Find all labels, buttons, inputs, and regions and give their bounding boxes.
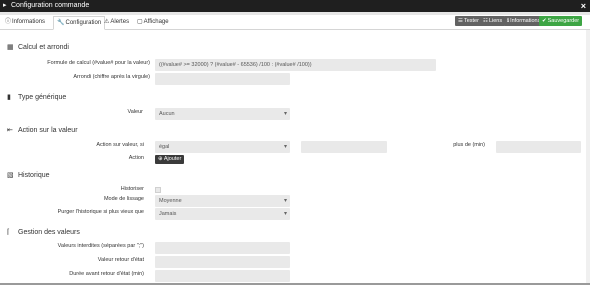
section-title: Gestion des valeurs bbox=[18, 229, 80, 236]
tab-alertes[interactable]: ⚠Alertes bbox=[101, 16, 132, 30]
historiser-checkbox[interactable] bbox=[155, 187, 161, 193]
historiser-label: Historiser bbox=[120, 186, 144, 192]
type-icon: ▮ bbox=[7, 94, 11, 101]
liens-label: Liens bbox=[488, 18, 503, 24]
display-icon: ▢ bbox=[137, 19, 143, 25]
tab-label: Affichage bbox=[143, 19, 169, 25]
section-calcul: ▦ Calcul et arrondi bbox=[7, 43, 69, 51]
tab-label: Configuration bbox=[65, 20, 102, 26]
section-gestion: ⌈ Gestion des valeurs bbox=[7, 228, 80, 236]
thermometer-icon: ⌈ bbox=[7, 229, 10, 236]
check-icon: ✔ bbox=[542, 18, 547, 24]
valeur-select[interactable]: Aucun bbox=[155, 108, 290, 120]
calculator-icon: ▦ bbox=[7, 44, 14, 51]
plus-icon: ⊕ bbox=[158, 156, 163, 162]
window-title: Configuration commande bbox=[11, 2, 90, 9]
tab-label: Alertes bbox=[110, 19, 130, 25]
informations-label: Informations bbox=[510, 18, 541, 24]
link-icon: ☷ bbox=[483, 18, 488, 24]
informations-button[interactable]: ℹInformations bbox=[504, 16, 544, 26]
interdites-input[interactable] bbox=[155, 242, 290, 254]
tester-label: Tester bbox=[463, 18, 479, 24]
section-type: ▮ Type générique bbox=[7, 93, 66, 101]
signin-icon: ⇤ bbox=[7, 127, 13, 134]
save-button[interactable]: ✔Sauvegarder bbox=[539, 16, 583, 26]
scrollbar[interactable] bbox=[586, 30, 590, 285]
section-title: Action sur la valeur bbox=[18, 127, 78, 134]
section-title: Type générique bbox=[18, 94, 67, 101]
tab-label: Informations bbox=[12, 19, 46, 25]
round-input[interactable] bbox=[155, 73, 290, 85]
duree-label: Durée avant retour d'état (min) bbox=[69, 271, 144, 277]
section-title: Calcul et arrondi bbox=[18, 44, 69, 51]
formula-label: Formule de calcul (#value# pour la valeu… bbox=[47, 60, 150, 66]
section-title: Historique bbox=[18, 172, 50, 179]
purge-label: Purger l'historique si plus vieux que bbox=[57, 209, 144, 215]
duree-input[interactable] bbox=[155, 270, 290, 282]
lissage-select[interactable]: Moyenne bbox=[155, 195, 290, 207]
duration-label: plus de (min) bbox=[453, 142, 485, 148]
tab-configuration[interactable]: 🔧Configuration bbox=[53, 16, 106, 30]
close-icon[interactable]: × bbox=[581, 0, 586, 12]
action-label: Action bbox=[128, 155, 144, 161]
warning-icon: ⚠ bbox=[104, 19, 110, 25]
save-label: Sauvegarder bbox=[547, 18, 580, 24]
liens-button[interactable]: ☷Liens bbox=[480, 16, 506, 26]
chart-icon: ▧ bbox=[7, 172, 14, 179]
valeur-label: Valeur bbox=[127, 109, 144, 115]
section-historique: ▧ Historique bbox=[7, 171, 50, 179]
purge-select[interactable]: Jamais bbox=[155, 208, 290, 220]
info-icon: ⓘ bbox=[5, 19, 12, 25]
wrench-icon: 🔧 bbox=[57, 20, 65, 26]
retour-label: Valeur retour d'état bbox=[97, 257, 144, 263]
retour-input[interactable] bbox=[155, 256, 290, 268]
add-label: Ajouter bbox=[163, 156, 182, 162]
tab-informations[interactable]: ⓘInformations bbox=[2, 16, 48, 30]
window-titlebar: ▸ Configuration commande × bbox=[0, 0, 590, 12]
add-action-button[interactable]: ⊕ Ajouter bbox=[155, 155, 185, 164]
lissage-label: Mode de lissage bbox=[103, 196, 144, 202]
condition-select[interactable]: égal bbox=[155, 141, 290, 153]
compare-value-input[interactable] bbox=[301, 141, 387, 153]
interdites-label: Valeurs interdites (séparées par ";") bbox=[57, 243, 144, 249]
round-label: Arrondi (chiffre après la virgule) bbox=[73, 74, 150, 80]
section-action: ⇤ Action sur la valeur bbox=[7, 126, 78, 134]
chevron-right-icon: ▸ bbox=[3, 2, 7, 9]
info-icon: ℹ bbox=[507, 18, 510, 24]
formula-input[interactable]: ((#value# >= 32000) ? (#value# - 65536) … bbox=[155, 59, 436, 71]
rss-icon: ☰ bbox=[458, 18, 463, 24]
duration-input[interactable] bbox=[496, 141, 581, 153]
tester-button[interactable]: ☰Tester bbox=[455, 16, 482, 26]
condition-label: Action sur valeur, si bbox=[96, 142, 144, 148]
tab-affichage[interactable]: ▢Affichage bbox=[134, 16, 172, 30]
